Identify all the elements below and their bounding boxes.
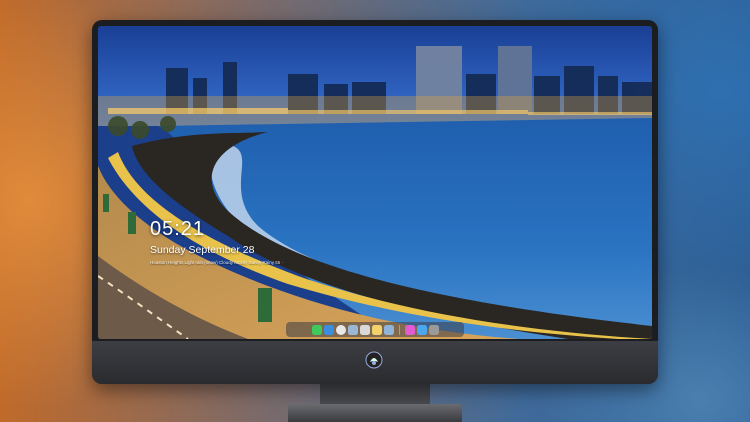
messages-icon[interactable] (311, 324, 322, 335)
clock-widget: 05:21 Sunday September 28 Houston Height… (150, 218, 283, 265)
clock-icon[interactable] (335, 324, 346, 335)
video-editor-icon[interactable] (359, 324, 370, 335)
dock-separator (398, 324, 400, 335)
monitor: 05:21 Sunday September 28 Houston Height… (92, 20, 658, 384)
camera-icon[interactable] (428, 324, 439, 335)
clock-time: 05:21 (150, 218, 206, 240)
desktop-screen: 05:21 Sunday September 28 Houston Height… (98, 26, 652, 339)
clock-date: Sunday September 28 (150, 244, 255, 256)
wallpaper (98, 26, 652, 339)
dock (286, 322, 464, 337)
preview-icon[interactable] (347, 324, 358, 335)
finder-icon[interactable] (323, 324, 334, 335)
weather-forecast: Houston Heights Light rain (snow) Cloudy… (150, 260, 284, 265)
brand-logo-icon (365, 351, 383, 369)
monitor-chin (92, 341, 658, 384)
monitor-stand-neck (320, 384, 430, 406)
photos-icon[interactable] (383, 324, 394, 335)
itunes-icon[interactable] (404, 324, 415, 335)
monitor-stand-base (288, 404, 462, 422)
app-store-icon[interactable] (416, 324, 427, 335)
notes-icon[interactable] (371, 324, 382, 335)
